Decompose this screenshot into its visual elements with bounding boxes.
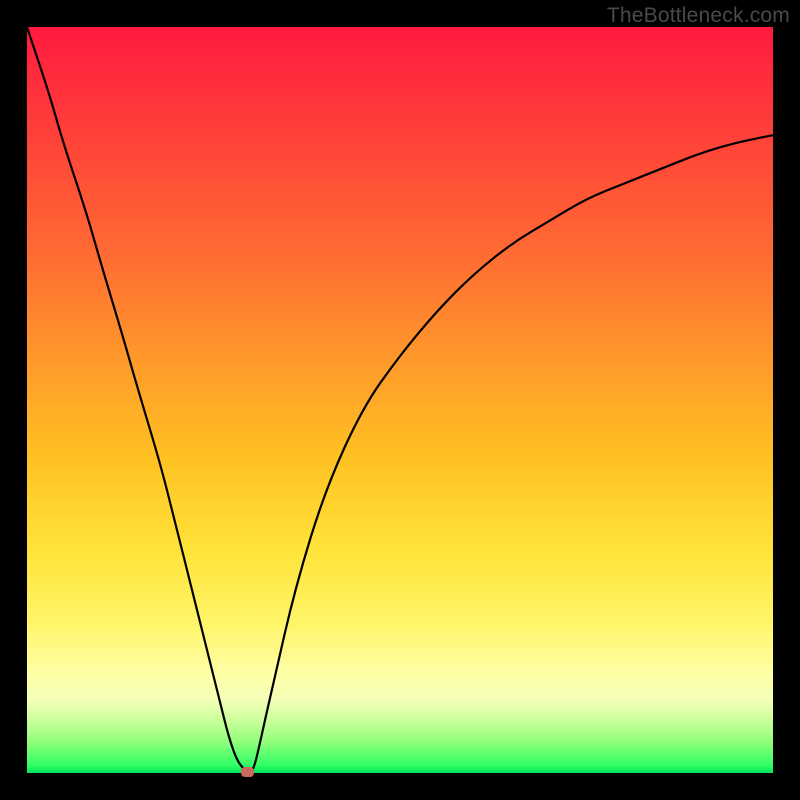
bottleneck-curve	[27, 27, 773, 773]
watermark-text: TheBottleneck.com	[607, 4, 790, 28]
minimum-marker	[241, 767, 254, 777]
curve-path	[27, 27, 773, 773]
plot-area	[27, 27, 773, 773]
chart-frame: TheBottleneck.com	[0, 0, 800, 800]
